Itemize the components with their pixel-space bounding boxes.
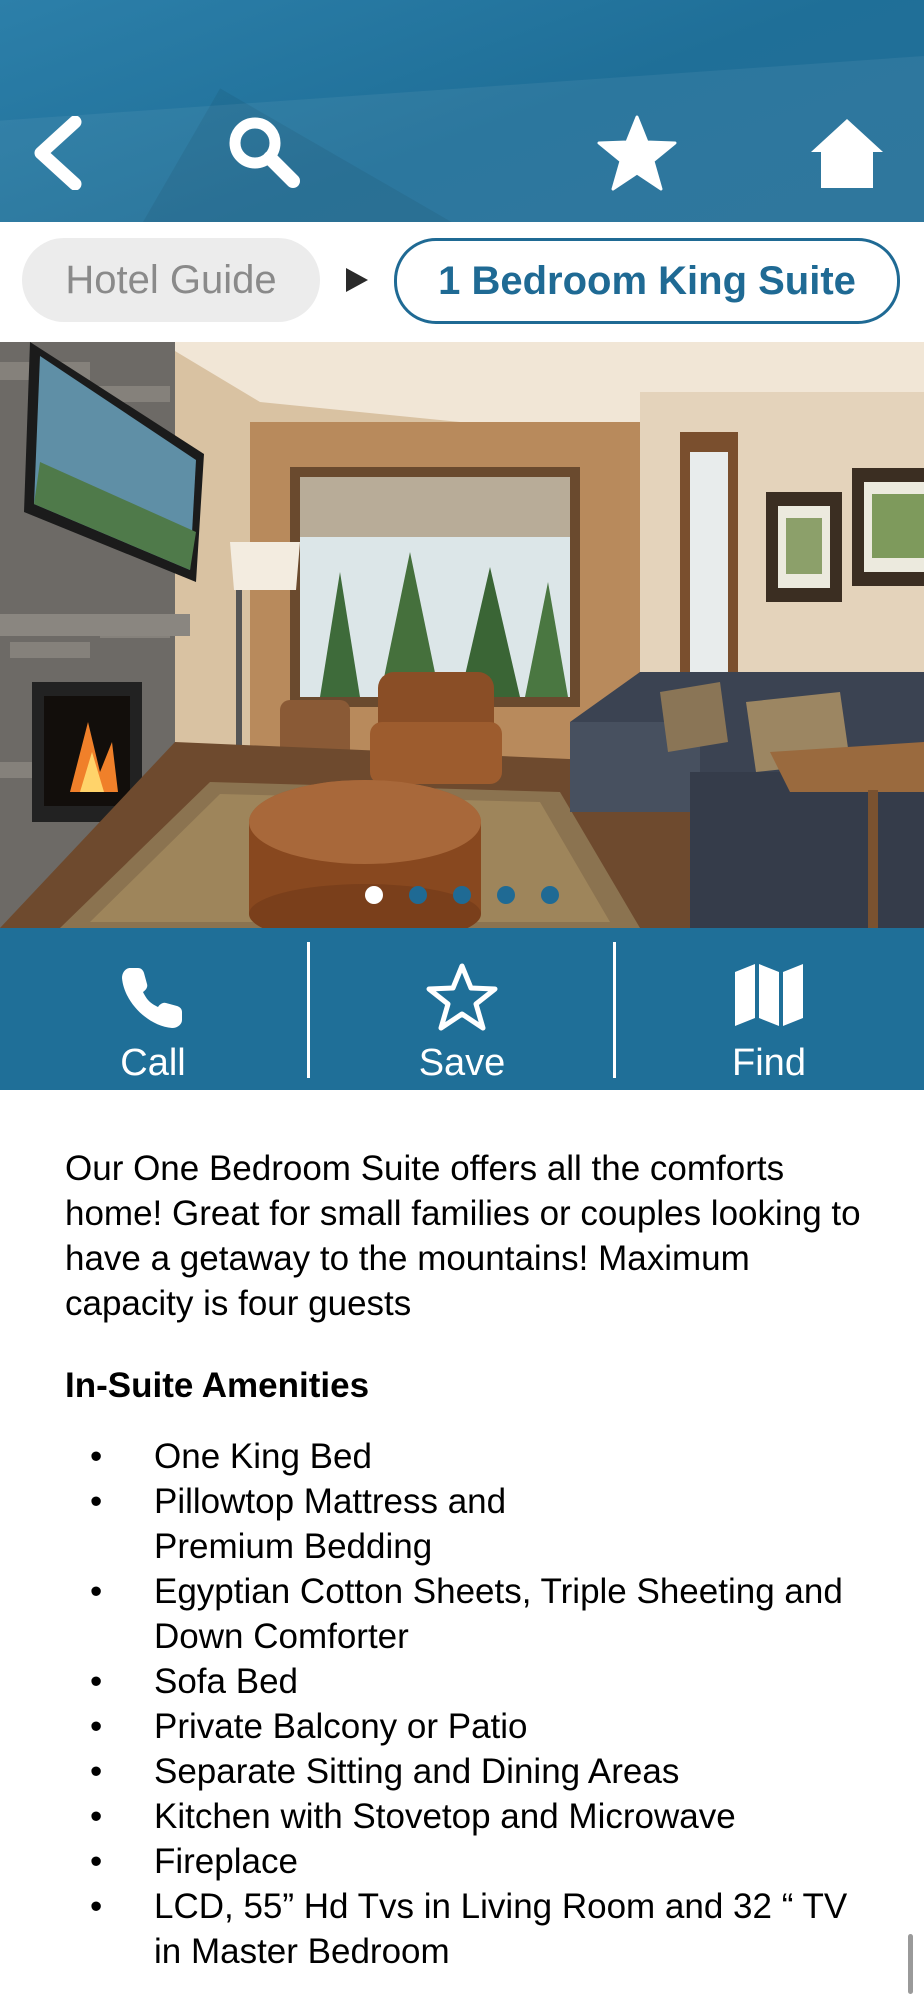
find-label: Find <box>732 1042 806 1084</box>
find-button[interactable]: Find <box>616 928 922 1090</box>
list-item: Fireplace <box>65 1839 875 1884</box>
chevron-left-icon <box>34 116 82 190</box>
carousel-dot[interactable] <box>541 886 559 904</box>
save-label: Save <box>418 1042 506 1084</box>
header-decoration <box>0 49 924 222</box>
back-button[interactable] <box>14 110 100 196</box>
description: Our One Bedroom Suite offers all the com… <box>65 1146 875 1974</box>
map-icon <box>735 964 803 1026</box>
list-item: Separate Sitting and Dining Areas <box>65 1749 875 1794</box>
search-button[interactable] <box>222 110 308 196</box>
home-button[interactable] <box>804 110 890 196</box>
caret-right-icon <box>346 268 368 292</box>
star-icon <box>597 115 677 191</box>
list-item: Egyptian Cotton Sheets, Triple Sheeting … <box>65 1569 875 1659</box>
action-bar: Call Save Find <box>0 928 924 1090</box>
breadcrumb-parent[interactable]: Hotel Guide <box>22 238 320 322</box>
list-item: Pillowtop Mattress and Premium Bedding <box>65 1479 875 1569</box>
call-label: Call <box>120 1042 186 1084</box>
list-item: Sofa Bed <box>65 1659 875 1704</box>
amenities-list: One King Bed Pillowtop Mattress and Prem… <box>65 1434 875 1974</box>
list-item: One King Bed <box>65 1434 875 1479</box>
carousel-dot[interactable] <box>453 886 471 904</box>
carousel-dot[interactable] <box>409 886 427 904</box>
list-item: LCD, 55” Hd Tvs in Living Room and 32 “ … <box>65 1884 875 1974</box>
list-item: Kitchen with Stovetop and Microwave <box>65 1794 875 1839</box>
carousel-dot[interactable] <box>497 886 515 904</box>
carousel-indicator <box>0 886 924 906</box>
star-outline-icon <box>426 963 498 1031</box>
scrollbar[interactable] <box>908 1934 913 1994</box>
room-photo-carousel[interactable] <box>0 342 924 928</box>
description-intro: Our One Bedroom Suite offers all the com… <box>65 1149 861 1323</box>
breadcrumb: Hotel Guide 1 Bedroom King Suite <box>0 222 924 342</box>
list-item: Private Balcony or Patio <box>65 1704 875 1749</box>
phone-icon <box>122 968 182 1028</box>
search-icon <box>229 117 300 188</box>
amenities-heading: In-Suite Amenities <box>65 1366 370 1405</box>
save-button[interactable]: Save <box>309 928 615 1090</box>
home-icon <box>811 119 883 188</box>
favorites-button[interactable] <box>594 110 680 196</box>
breadcrumb-current: 1 Bedroom King Suite <box>394 238 900 324</box>
room-photo <box>0 342 924 928</box>
carousel-dot[interactable] <box>365 886 383 904</box>
call-button[interactable]: Call <box>0 928 306 1090</box>
app-header <box>0 0 924 222</box>
